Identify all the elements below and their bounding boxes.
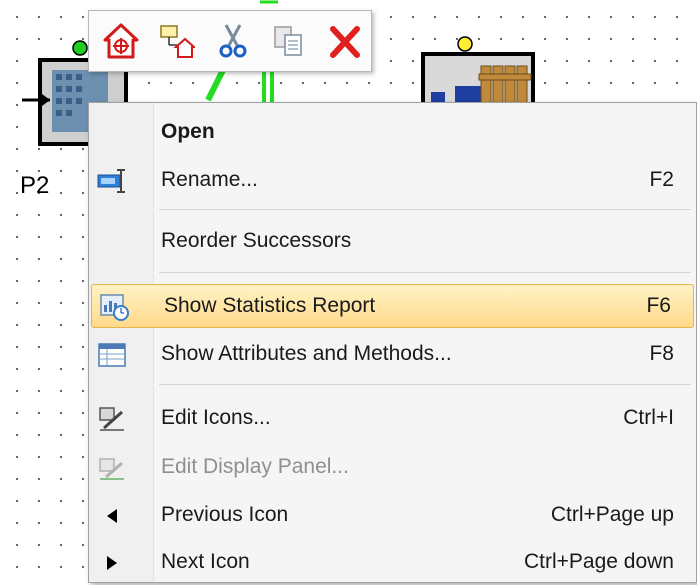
open-origin-button[interactable] (155, 19, 199, 63)
station-node-icon[interactable] (395, 30, 555, 110)
open-location-icon (103, 23, 139, 59)
open-origin-icon (160, 25, 195, 58)
menu-item-shortcut: Ctrl+I (623, 406, 674, 429)
menu-item-label: Edit Display Panel... (161, 455, 349, 478)
delete-button[interactable] (323, 19, 367, 63)
menu-item-reorder-successors[interactable]: Reorder Successors (89, 220, 696, 264)
cut-button[interactable] (211, 19, 255, 63)
menu-item-edit-icons[interactable]: Edit Icons... Ctrl+I (89, 397, 696, 441)
node-label-p2: P2 (20, 172, 50, 199)
menu-separator (159, 272, 691, 273)
menu-separator (159, 384, 691, 385)
menu-item-shortcut: F2 (649, 168, 674, 191)
menu-item-shortcut: F8 (649, 342, 674, 365)
menu-item-label: Previous Icon (161, 503, 289, 526)
delete-icon (330, 26, 360, 58)
menu-item-shortcut: F6 (646, 294, 671, 317)
rename-icon (97, 167, 127, 195)
edit-display-panel-icon (97, 454, 127, 482)
menu-item-edit-display-panel: Edit Display Panel... (89, 446, 696, 490)
menu-item-shortcut: Ctrl+Page up (550, 503, 674, 526)
menu-item-shortcut: Ctrl+Page down (523, 550, 674, 573)
mini-toolbar (88, 10, 372, 72)
menu-item-label: Show Attributes and Methods... (161, 342, 452, 365)
triangle-right-icon (97, 549, 127, 577)
menu-item-label: Rename... (161, 168, 258, 191)
menu-item-label: Reorder Successors (161, 229, 352, 252)
menu-item-label: Show Statistics Report (164, 294, 376, 317)
copy-button[interactable] (267, 19, 311, 63)
statistics-report-icon (100, 293, 130, 321)
menu-separator (159, 209, 691, 210)
edit-icons-icon (97, 405, 127, 433)
menu-item-open[interactable]: Open (89, 111, 696, 155)
triangle-left-icon (97, 502, 127, 530)
menu-item-label: Edit Icons... (161, 406, 271, 429)
menu-item-label: Open (161, 120, 215, 143)
cut-icon (219, 24, 247, 58)
menu-item-label: Next Icon (161, 550, 250, 573)
menu-item-show-statistics-report[interactable]: Show Statistics Report F6 (91, 284, 694, 328)
menu-item-next-icon[interactable]: Next Icon Ctrl+Page down (89, 541, 696, 585)
menu-item-previous-icon[interactable]: Previous Icon Ctrl+Page up (89, 494, 696, 538)
menu-item-rename[interactable]: Rename... F2 (89, 159, 696, 203)
open-location-button[interactable] (99, 19, 143, 63)
context-menu: Open Rename... F2 Reorder Successors Sho… (88, 102, 697, 583)
menu-item-show-attributes-and-methods[interactable]: Show Attributes and Methods... F8 (89, 333, 696, 377)
attributes-table-icon (97, 341, 127, 369)
copy-icon (274, 26, 302, 56)
